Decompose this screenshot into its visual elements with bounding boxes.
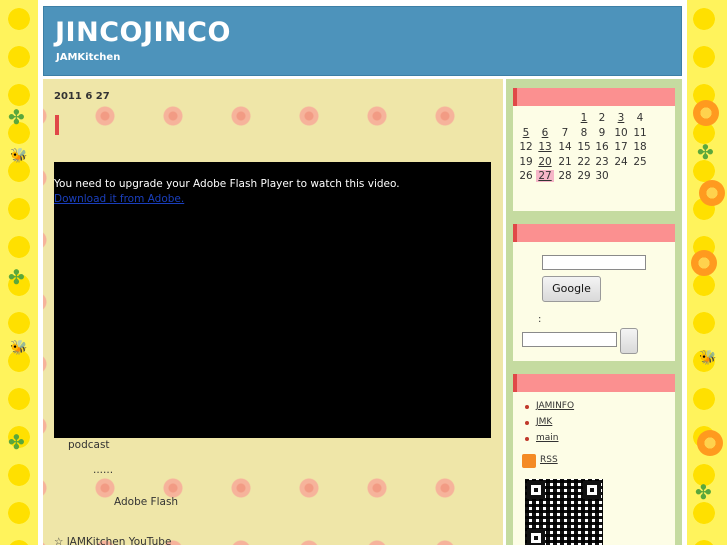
calendar-day-2: 2 xyxy=(598,112,606,124)
clover-icon: ✤ xyxy=(8,265,25,289)
rss-icon[interactable] xyxy=(522,454,536,468)
flash-video-player[interactable]: You need to upgrade your Adobe Flash Pla… xyxy=(54,162,491,438)
calendar-day-15: 15 xyxy=(577,141,591,153)
flash-download-link[interactable]: Download it from Adobe. xyxy=(54,193,184,205)
search-colon-label: : xyxy=(538,314,542,325)
bee-icon: 🐝 xyxy=(10,340,28,356)
calendar-day-28: 28 xyxy=(558,170,572,182)
calendar-day-4: 4 xyxy=(636,112,644,124)
search-widget-header xyxy=(513,224,675,242)
calendar-day-23: 23 xyxy=(595,155,609,168)
flash-upgrade-message: You need to upgrade your Adobe Flash Pla… xyxy=(54,178,400,190)
calendar-day-27[interactable]: 27 xyxy=(536,170,554,182)
blog-search-button[interactable] xyxy=(620,328,638,354)
flower-icon xyxy=(693,100,719,126)
search-widget: Google : xyxy=(513,224,675,361)
site-header: JINCOJINCO JAMKitchen xyxy=(43,6,682,76)
calendar-day-7: 7 xyxy=(561,126,569,139)
calendar-day-10: 10 xyxy=(614,126,628,139)
google-search-input[interactable] xyxy=(542,255,646,270)
qr-corner xyxy=(583,481,601,499)
sidebar: 1 2 3 4 5 6 7 8 9 10 11 12 13 14 15 16 17 18 19 20 21 22 23 24 2… xyxy=(506,79,682,545)
link-jmk[interactable]: JMK xyxy=(525,417,574,433)
left-decoration: ✤ 🐝 ✤ 🐝 ✤ xyxy=(0,0,38,545)
calendar-day-17: 17 xyxy=(614,141,628,153)
post-text-adobe-flash: Adobe Flash xyxy=(114,496,179,508)
rss-link[interactable]: RSS xyxy=(540,455,558,465)
clover-icon: ✤ xyxy=(695,480,712,504)
site-title[interactable]: JINCOJINCO xyxy=(55,17,231,48)
calendar-day-30: 30 xyxy=(595,170,609,182)
flower-icon xyxy=(691,250,717,276)
calendar-day-8: 8 xyxy=(580,126,588,139)
qr-code xyxy=(525,479,603,545)
clover-icon: ✤ xyxy=(8,105,25,129)
bee-icon: 🐝 xyxy=(699,350,717,366)
qr-corner xyxy=(527,481,545,499)
calendar-day-20[interactable]: 20 xyxy=(536,156,554,168)
calendar-day-25: 25 xyxy=(633,155,647,168)
calendar-day-12: 12 xyxy=(519,141,533,153)
post-date: 2011 6 27 xyxy=(54,91,110,102)
blog-search-input[interactable] xyxy=(522,332,617,347)
google-search-button[interactable]: Google xyxy=(542,276,601,302)
calendar-day-11: 11 xyxy=(633,126,647,139)
links-widget: JAMINFO JMK main RSS xyxy=(513,374,675,545)
calendar-day-29: 29 xyxy=(577,170,591,182)
link-jaminfo[interactable]: JAMINFO xyxy=(525,401,574,417)
flower-icon xyxy=(699,180,725,206)
bee-icon: 🐝 xyxy=(10,148,28,164)
calendar-day-14: 14 xyxy=(558,141,572,153)
calendar-day-6[interactable]: 6 xyxy=(536,127,554,139)
links-widget-header xyxy=(513,374,675,392)
qr-corner xyxy=(527,529,545,545)
calendar-day-5[interactable]: 5 xyxy=(517,127,535,139)
calendar-day-1[interactable]: 1 xyxy=(575,112,593,124)
main-content: 2011 6 27 You need to upgrade your Adobe… xyxy=(43,79,503,545)
post-text-youtube[interactable]: ☆ JAMKitchen YouTube xyxy=(54,536,171,545)
calendar-day-16: 16 xyxy=(595,141,609,153)
link-list: JAMINFO JMK main xyxy=(525,401,574,449)
flower-icon xyxy=(697,430,723,456)
clover-icon: ✤ xyxy=(8,430,25,454)
calendar-day-3[interactable]: 3 xyxy=(612,112,630,124)
calendar-day-9: 9 xyxy=(598,126,606,139)
post-text-podcast: podcast xyxy=(68,439,110,451)
clover-icon: ✤ xyxy=(697,140,714,164)
calendar-day-26: 26 xyxy=(519,170,533,182)
calendar-widget: 1 2 3 4 5 6 7 8 9 10 11 12 13 14 15 16 17 18 19 20 21 22 23 24 2… xyxy=(513,88,675,211)
right-decoration: ✤ 🐝 ✤ xyxy=(685,0,727,545)
calendar-day-19: 19 xyxy=(519,155,533,168)
site-subtitle: JAMKitchen xyxy=(56,52,121,63)
calendar-day-22: 22 xyxy=(577,155,591,168)
calendar-day-24: 24 xyxy=(614,155,628,168)
calendar-day-13[interactable]: 13 xyxy=(536,141,554,153)
post-text-ellipsis: ...... xyxy=(93,464,114,476)
page: JINCOJINCO JAMKitchen 2011 6 27 You need… xyxy=(38,0,687,545)
calendar-day-18: 18 xyxy=(633,141,647,153)
link-main[interactable]: main xyxy=(525,433,574,449)
calendar-widget-header xyxy=(513,88,675,106)
post-title-marker xyxy=(55,115,59,135)
calendar-day-21: 21 xyxy=(558,155,572,168)
